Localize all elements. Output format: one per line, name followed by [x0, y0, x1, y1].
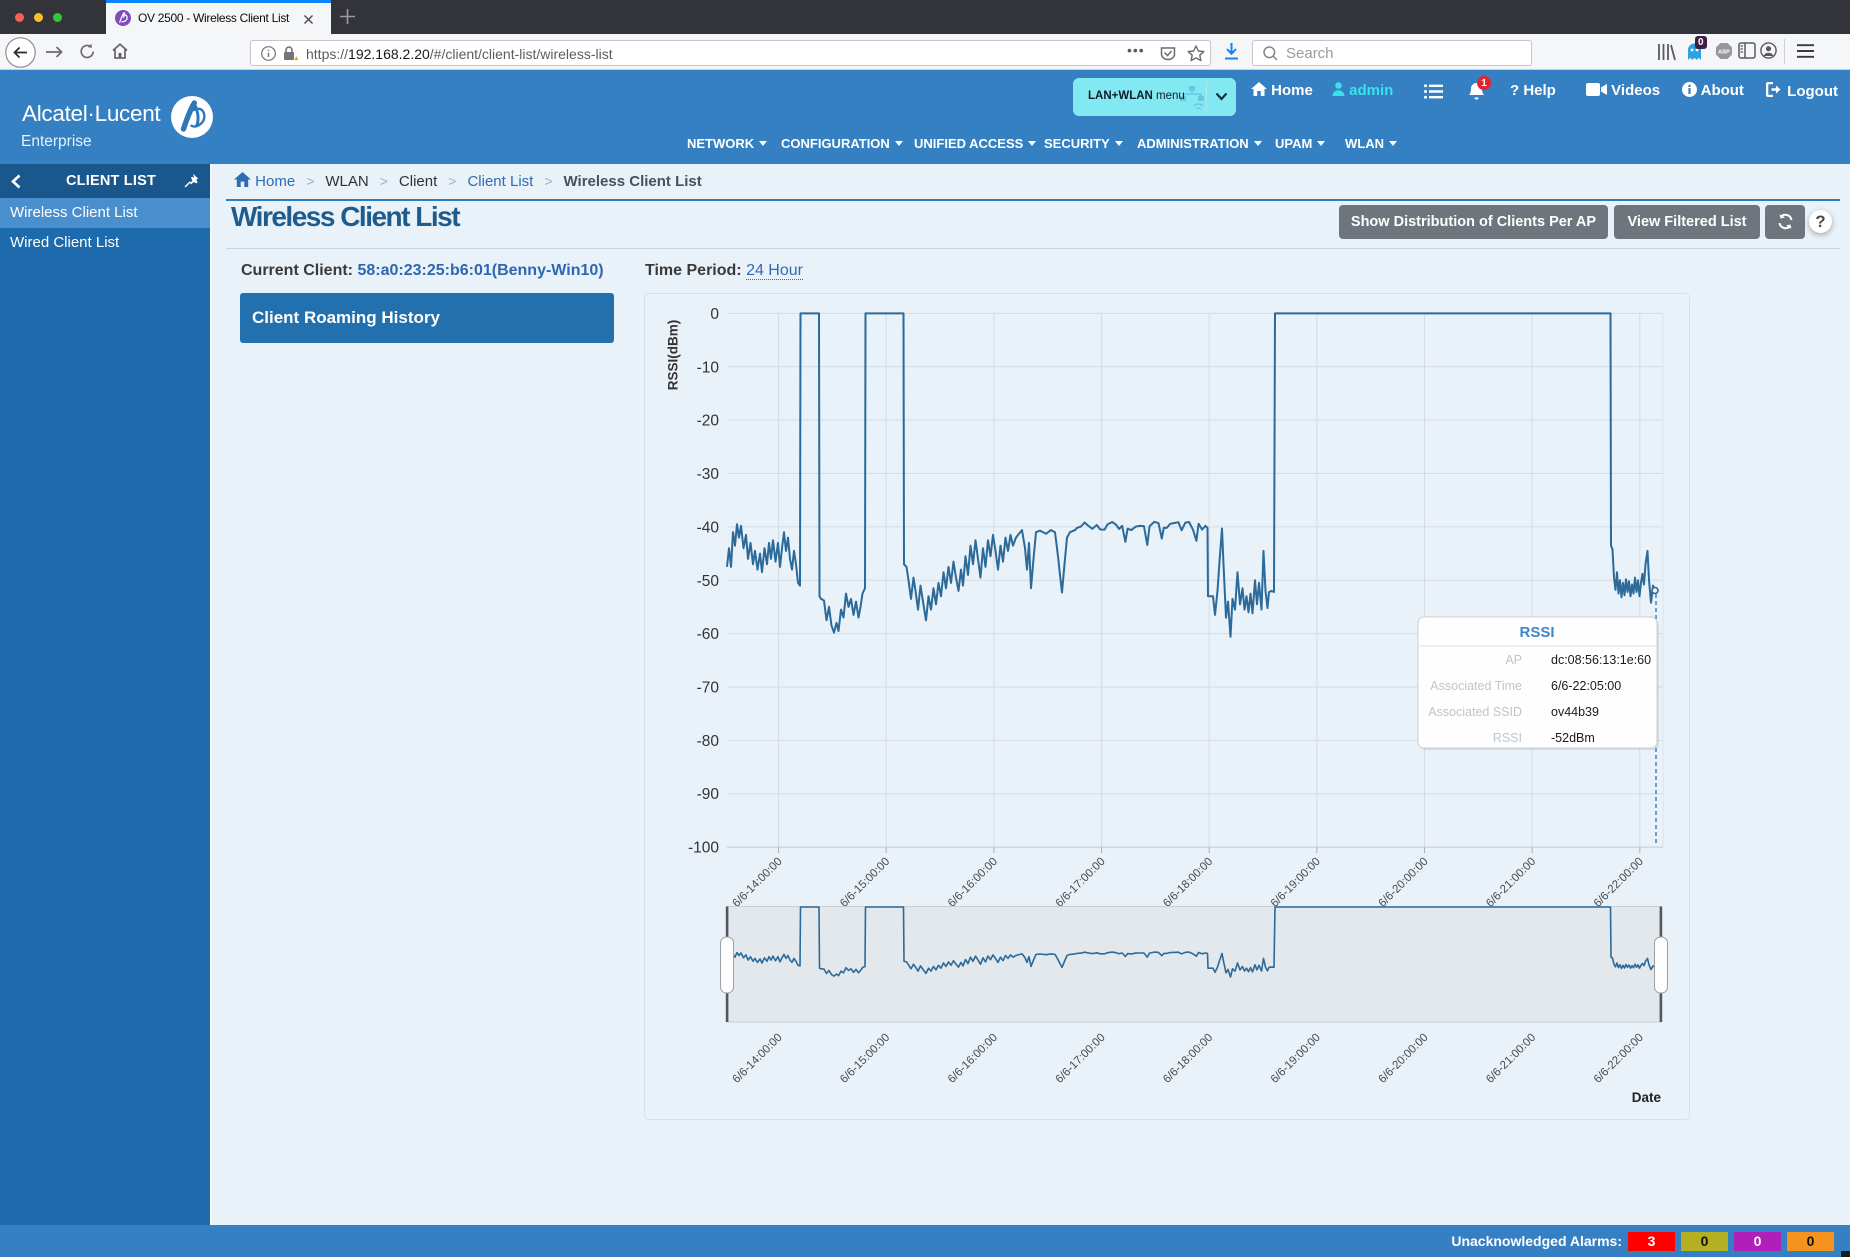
svg-text:dc:08:56:13:1e:60: dc:08:56:13:1e:60: [1551, 653, 1651, 667]
svg-text:0: 0: [710, 306, 719, 323]
svg-text:6/6-21:00:00: 6/6-21:00:00: [1484, 1032, 1538, 1086]
svg-text:ov44b39: ov44b39: [1551, 705, 1599, 719]
svg-text:-30: -30: [697, 466, 720, 483]
svg-text:-40: -40: [697, 519, 720, 536]
svg-text:6/6-15:00:00: 6/6-15:00:00: [838, 1032, 892, 1086]
svg-text:ABP: ABP: [1718, 50, 1730, 56]
svg-text:-52dBm: -52dBm: [1551, 731, 1595, 745]
svg-text:Associated SSID: Associated SSID: [1428, 705, 1522, 719]
svg-text:6/6-17:00:00: 6/6-17:00:00: [1054, 1032, 1108, 1086]
svg-text:-50: -50: [697, 573, 720, 590]
svg-text:6/6-19:00:00: 6/6-19:00:00: [1269, 1032, 1323, 1086]
svg-text:6/6-22:00:00: 6/6-22:00:00: [1592, 856, 1646, 910]
svg-text:-70: -70: [697, 680, 720, 697]
svg-text:6/6-15:00:00: 6/6-15:00:00: [838, 856, 892, 910]
svg-text:-90: -90: [697, 786, 720, 803]
svg-text:RSSI: RSSI: [1519, 624, 1554, 641]
svg-text:6/6-21:00:00: 6/6-21:00:00: [1484, 856, 1538, 910]
svg-text:6/6-16:00:00: 6/6-16:00:00: [946, 856, 1000, 910]
svg-text:RSSI(dBm): RSSI(dBm): [666, 320, 681, 391]
svg-text:6/6-18:00:00: 6/6-18:00:00: [1161, 856, 1215, 910]
svg-text:6/6-17:00:00: 6/6-17:00:00: [1054, 856, 1108, 910]
svg-text:RSSI: RSSI: [1493, 731, 1522, 745]
svg-text:6/6-14:00:00: 6/6-14:00:00: [731, 856, 785, 910]
svg-text:-100: -100: [688, 840, 719, 857]
svg-text:Date: Date: [1632, 1090, 1662, 1105]
svg-text:-10: -10: [697, 359, 720, 376]
svg-text:-60: -60: [697, 626, 720, 643]
svg-text:6/6-20:00:00: 6/6-20:00:00: [1376, 1032, 1430, 1086]
svg-text:AP: AP: [1505, 653, 1522, 667]
svg-text:6/6-14:00:00: 6/6-14:00:00: [731, 1032, 785, 1086]
svg-text:6/6-18:00:00: 6/6-18:00:00: [1161, 1032, 1215, 1086]
svg-text:-80: -80: [697, 733, 720, 750]
svg-text:6/6-20:00:00: 6/6-20:00:00: [1376, 856, 1430, 910]
svg-text:6/6-19:00:00: 6/6-19:00:00: [1269, 856, 1323, 910]
svg-text:-20: -20: [697, 413, 720, 430]
svg-text:6/6-22:00:00: 6/6-22:00:00: [1592, 1032, 1646, 1086]
svg-text:Associated Time: Associated Time: [1430, 679, 1522, 693]
svg-text:6/6-16:00:00: 6/6-16:00:00: [946, 1032, 1000, 1086]
svg-text:6/6-22:05:00: 6/6-22:05:00: [1551, 679, 1621, 693]
